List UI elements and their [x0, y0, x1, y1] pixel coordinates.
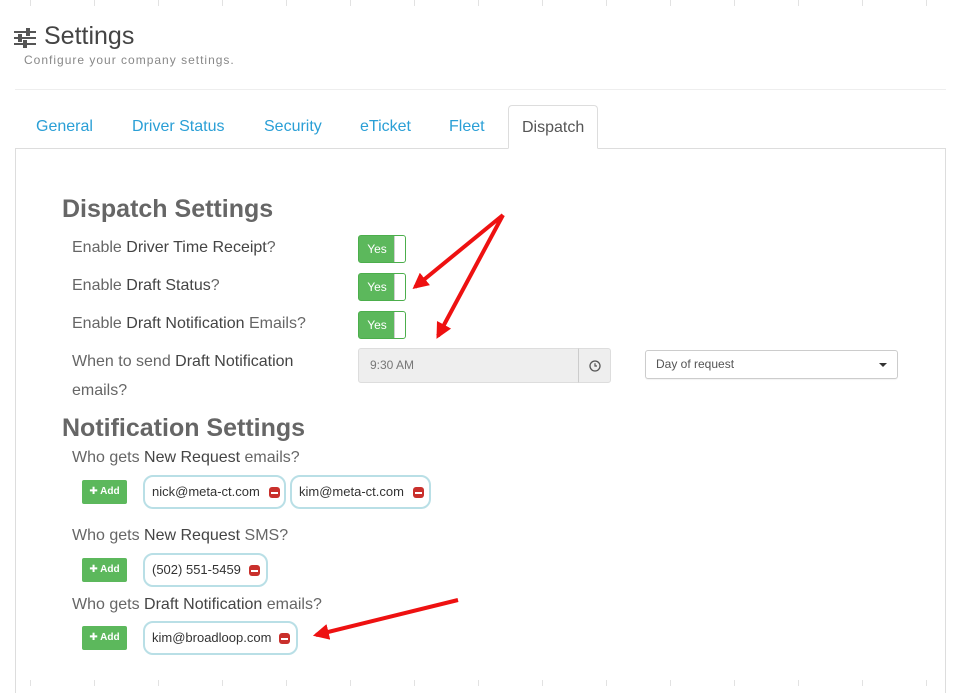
draft-notification-recipients-label: Who gets Draft Notification emails?: [72, 596, 322, 613]
send-time-input[interactable]: 9:30 AM: [358, 348, 579, 383]
remove-icon[interactable]: [249, 565, 260, 576]
recipient-chip: (502) 551-5459: [143, 553, 268, 587]
notification-settings-heading: Notification Settings: [62, 414, 306, 442]
page-subtitle: Configure your company settings.: [24, 53, 235, 67]
tab-general[interactable]: General: [36, 105, 93, 149]
tab-security[interactable]: Security: [264, 105, 322, 149]
settings-tabs: General Driver Status Security eTicket F…: [15, 105, 946, 149]
clock-icon: [589, 360, 601, 372]
add-new-request-sms-button[interactable]: ✚ Add: [82, 558, 127, 582]
recipient-text: kim@meta-ct.com: [299, 484, 404, 499]
send-when-label-line2: emails?: [72, 382, 128, 399]
toggle-knob: [394, 236, 405, 262]
page-title: Settings: [44, 22, 135, 50]
header-divider: [15, 89, 946, 90]
send-day-select[interactable]: Day of request: [645, 350, 898, 379]
draft-status-label: Enable Draft Status?: [72, 277, 220, 294]
top-guide-ticks: [0, 0, 965, 6]
recipient-chip: kim@broadloop.com: [143, 621, 298, 655]
plus-icon: ✚: [89, 564, 98, 575]
draft-notification-emails-label: Enable Draft Notification Emails?: [72, 315, 306, 332]
add-new-request-email-button[interactable]: ✚ Add: [82, 480, 127, 504]
tab-fleet[interactable]: Fleet: [449, 105, 485, 149]
send-day-value: Day of request: [656, 357, 735, 371]
recipient-text: kim@broadloop.com: [152, 630, 272, 645]
toggle-state-text: Yes: [367, 242, 387, 256]
tab-eticket[interactable]: eTicket: [360, 105, 411, 149]
plus-icon: ✚: [89, 632, 98, 643]
remove-icon[interactable]: [279, 633, 290, 644]
recipient-chip: nick@meta-ct.com: [143, 475, 286, 509]
toggle-state-text: Yes: [367, 318, 387, 332]
driver-time-receipt-toggle[interactable]: Yes: [358, 235, 406, 263]
toggle-state-text: Yes: [367, 280, 387, 294]
tab-driver-status[interactable]: Driver Status: [132, 105, 224, 149]
remove-icon[interactable]: [413, 487, 424, 498]
time-picker-button[interactable]: [578, 348, 611, 383]
toggle-knob: [394, 312, 405, 338]
bottom-guide-ticks: [0, 680, 965, 686]
recipient-chip: kim@meta-ct.com: [290, 475, 431, 509]
new-request-emails-label: Who gets New Request emails?: [72, 449, 300, 466]
driver-time-receipt-label: Enable Driver Time Receipt?: [72, 239, 276, 256]
caret-down-icon: [879, 363, 887, 367]
draft-status-toggle[interactable]: Yes: [358, 273, 406, 301]
plus-icon: ✚: [89, 486, 98, 497]
recipient-text: nick@meta-ct.com: [152, 484, 260, 499]
recipient-text: (502) 551-5459: [152, 562, 241, 577]
send-when-label: When to send Draft Notification: [72, 353, 294, 370]
new-request-sms-label: Who gets New Request SMS?: [72, 527, 289, 544]
tab-dispatch[interactable]: Dispatch: [508, 105, 599, 149]
toggle-knob: [394, 274, 405, 300]
remove-icon[interactable]: [269, 487, 280, 498]
draft-notification-emails-toggle[interactable]: Yes: [358, 311, 406, 339]
add-draft-notification-email-button[interactable]: ✚ Add: [82, 626, 127, 650]
dispatch-settings-heading: Dispatch Settings: [62, 195, 274, 223]
sliders-icon: [14, 28, 36, 48]
